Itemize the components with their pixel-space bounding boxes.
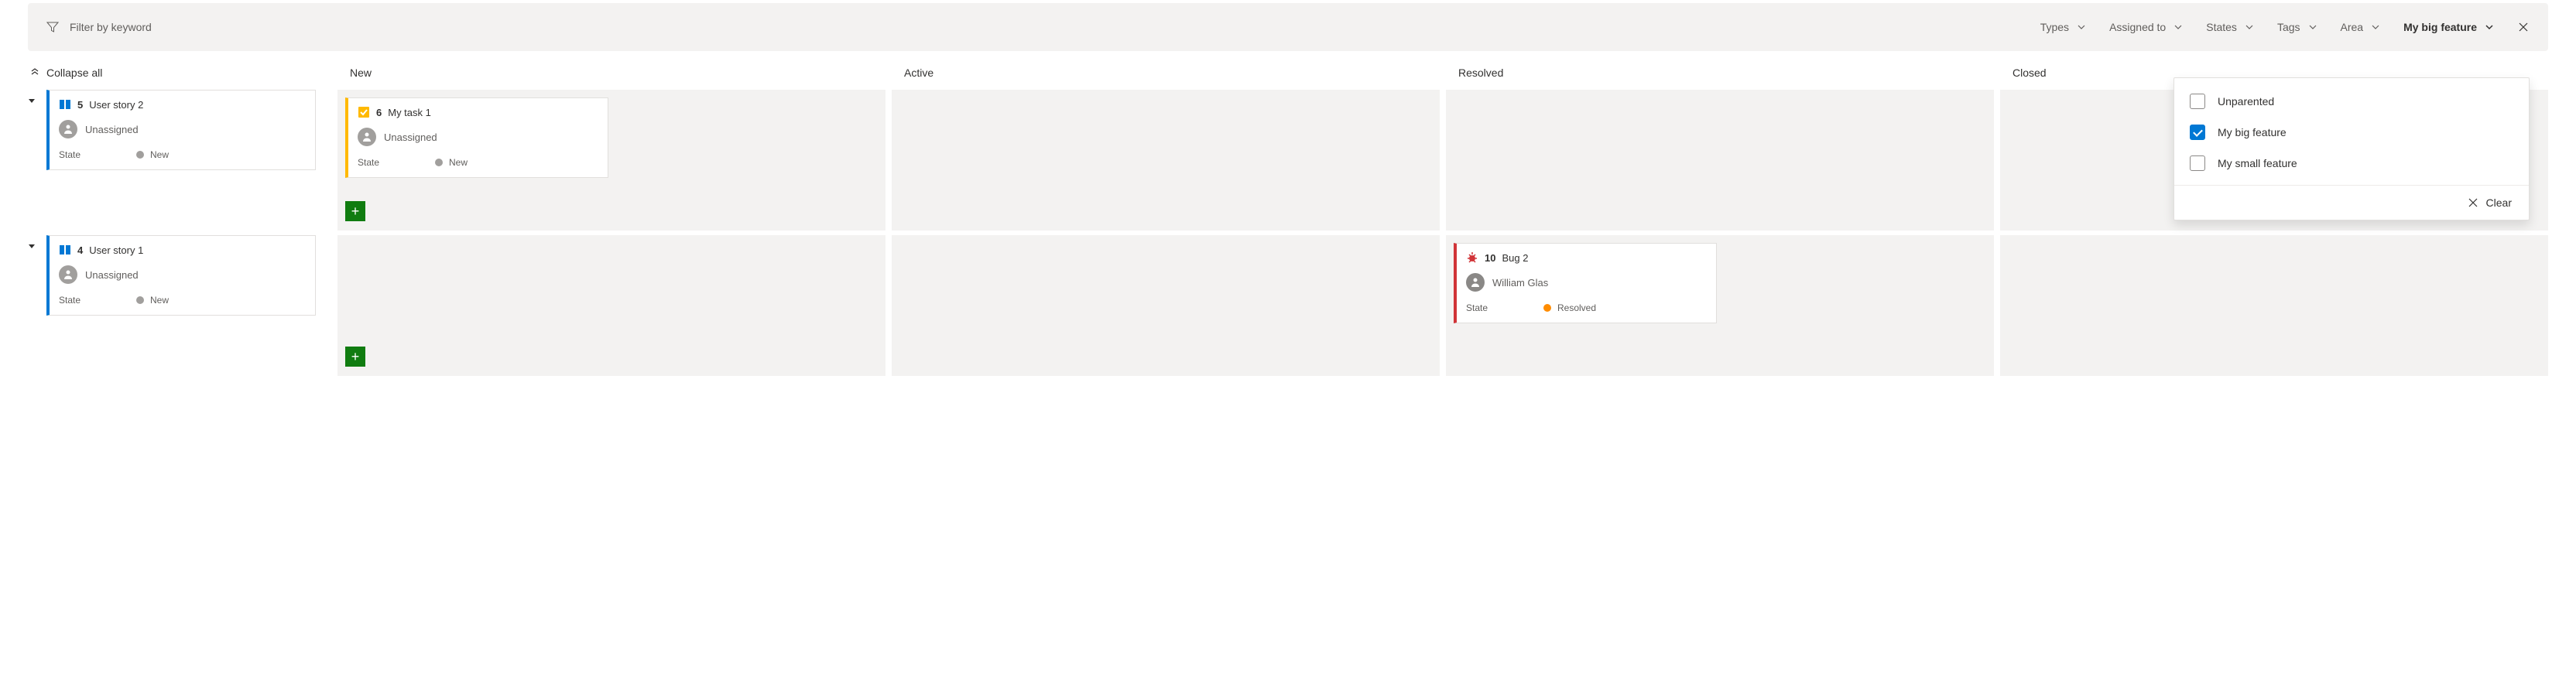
parent-card[interactable]: 5 User story 2 Unassigned State New (46, 90, 316, 170)
work-item-title: User story 2 (89, 99, 143, 111)
filter-parent[interactable]: My big feature (2403, 21, 2494, 33)
add-item-button[interactable]: + (345, 347, 365, 367)
chevron-down-icon (2174, 22, 2183, 32)
swimlane-expander[interactable] (28, 97, 37, 105)
checkbox-icon (2190, 155, 2205, 171)
cell-closed[interactable] (2000, 235, 2548, 376)
dropdown-option-my-big-feature[interactable]: My big feature (2174, 117, 2529, 148)
work-item-card[interactable]: 6 My task 1 Unassigned State New (345, 97, 608, 178)
cell-new[interactable]: + (337, 235, 886, 376)
assignee-label: Unassigned (85, 124, 139, 135)
chevron-down-icon (2077, 22, 2086, 32)
state-dot-icon (1543, 304, 1551, 312)
cell-new[interactable]: 6 My task 1 Unassigned State New (337, 90, 886, 231)
column-header-resolved: Resolved (1446, 67, 1994, 79)
close-icon (2468, 197, 2478, 208)
cell-active[interactable] (892, 235, 1440, 376)
swimlane-expander[interactable] (28, 243, 37, 251)
chevron-down-icon (2371, 22, 2380, 32)
state-value: New (150, 295, 169, 306)
chevron-down-icon (2485, 22, 2494, 32)
work-item-id: 5 (77, 99, 83, 111)
work-item-title: My task 1 (388, 107, 431, 118)
filter-assigned-to[interactable]: Assigned to (2109, 21, 2183, 33)
work-item-id: 4 (77, 244, 83, 256)
state-dot-icon (136, 296, 144, 304)
work-item-card[interactable]: 10 Bug 2 William Glas State Resolved (1454, 243, 1717, 323)
filter-area[interactable]: Area (2341, 21, 2381, 33)
parent-filter-dropdown: Unparented My big feature My small featu… (2174, 77, 2530, 220)
assignee-label: Unassigned (85, 269, 139, 281)
swimlane-row: 5 User story 2 Unassigned State New (28, 90, 2548, 231)
state-field-label: State (59, 149, 136, 160)
collapse-icon (29, 67, 40, 78)
checkbox-icon (2190, 94, 2205, 109)
avatar-icon (1466, 273, 1485, 292)
cell-resolved[interactable]: 10 Bug 2 William Glas State Resolved (1446, 235, 1994, 376)
parent-card[interactable]: 4 User story 1 Unassigned State New (46, 235, 316, 316)
checkbox-checked-icon (2190, 125, 2205, 140)
collapse-all-button[interactable]: Collapse all (29, 67, 102, 79)
state-value: New (150, 149, 169, 160)
assignee-label: William Glas (1492, 277, 1548, 289)
column-header-active: Active (892, 67, 1440, 79)
work-item-title: User story 1 (89, 244, 143, 256)
work-item-id: 10 (1485, 252, 1495, 264)
avatar-icon (59, 120, 77, 138)
swimlane-row: 4 User story 1 Unassigned State New + (28, 235, 2548, 376)
filter-tags[interactable]: Tags (2277, 21, 2317, 33)
state-dot-icon (435, 159, 443, 166)
task-icon (358, 106, 370, 118)
column-header-new: New (337, 67, 886, 79)
add-item-button[interactable]: + (345, 201, 365, 221)
filter-states[interactable]: States (2206, 21, 2254, 33)
cell-active[interactable] (892, 90, 1440, 231)
work-item-title: Bug 2 (1502, 252, 1528, 264)
cell-resolved[interactable] (1446, 90, 1994, 231)
state-field-label: State (358, 157, 435, 168)
assignee-label: Unassigned (384, 132, 437, 143)
filter-icon (46, 21, 59, 33)
chevron-down-icon (2245, 22, 2254, 32)
avatar-icon (59, 265, 77, 284)
user-story-icon (59, 98, 71, 111)
state-value: New (449, 157, 468, 168)
filter-bar: Filter by keyword Types Assigned to Stat… (28, 3, 2548, 51)
dropdown-option-unparented[interactable]: Unparented (2174, 86, 2529, 117)
filter-keyword-input[interactable]: Filter by keyword (70, 21, 152, 33)
work-item-id: 6 (376, 107, 382, 118)
chevron-down-icon (2308, 22, 2317, 32)
bug-icon (1466, 251, 1478, 264)
dropdown-option-my-small-feature[interactable]: My small feature (2174, 148, 2529, 179)
filter-types[interactable]: Types (2040, 21, 2086, 33)
user-story-icon (59, 244, 71, 256)
state-field-label: State (1466, 302, 1543, 313)
state-value: Resolved (1557, 302, 1596, 313)
avatar-icon (358, 128, 376, 146)
dropdown-clear-button[interactable]: Clear (2174, 185, 2529, 220)
state-dot-icon (136, 151, 144, 159)
state-field-label: State (59, 295, 136, 306)
close-filter-icon[interactable] (2517, 21, 2530, 33)
